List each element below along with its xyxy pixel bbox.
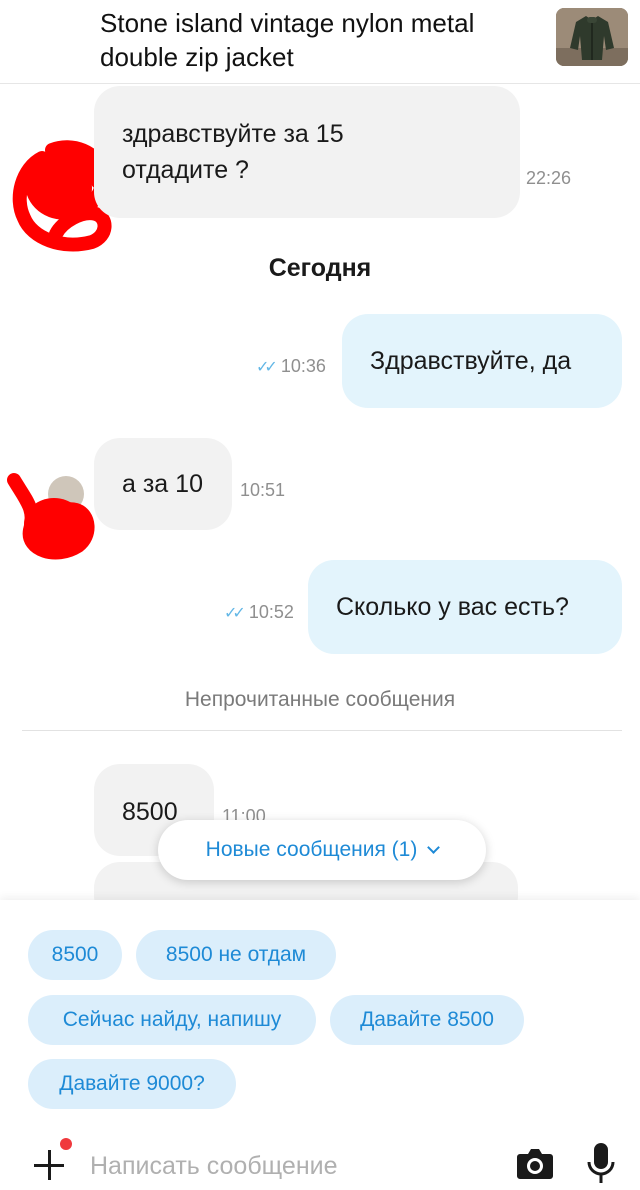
- message-bubble[interactable]: здравствуйте за 15 отдадите ?: [94, 86, 520, 218]
- microphone-icon[interactable]: [586, 1142, 616, 1184]
- message-time: 10:51: [240, 480, 286, 500]
- message-text: здравствуйте за 15 отдадите ?: [122, 120, 344, 184]
- new-messages-button[interactable]: Новые сообщения (1): [158, 820, 486, 880]
- camera-icon[interactable]: [516, 1146, 554, 1180]
- quick-reply-chip[interactable]: Давайте 8500: [330, 995, 524, 1045]
- jacket-photo-icon: [556, 8, 628, 66]
- notification-dot-icon: [60, 1138, 72, 1150]
- quick-reply-chip[interactable]: Давайте 9000?: [28, 1059, 236, 1109]
- message-text: Сколько у вас есть?: [336, 593, 569, 621]
- quick-reply-chip[interactable]: 8500 не отдам: [136, 930, 336, 980]
- message-time: ✓✓ 10:52: [224, 602, 294, 623]
- message-bubble[interactable]: Здравствуйте, да: [342, 314, 622, 408]
- double-check-icon: ✓✓: [224, 604, 246, 622]
- message-bubble[interactable]: а за 10: [94, 438, 232, 530]
- message-time: 22:26: [526, 168, 572, 188]
- quick-reply-chip[interactable]: 8500: [28, 930, 122, 980]
- chevron-down-icon: [427, 841, 441, 854]
- quick-reply-chip[interactable]: Сейчас найду, напишу: [28, 995, 316, 1045]
- message-time-text: 10:52: [248, 602, 294, 622]
- new-messages-label: Новые сообщения (1): [205, 838, 418, 861]
- day-separator: Сегодня: [268, 254, 372, 282]
- unread-separator: Непрочитанные сообщения: [184, 688, 456, 711]
- jacket-thumbnail[interactable]: [556, 8, 628, 66]
- message-bubble[interactable]: Сколько у вас есть?: [308, 560, 622, 654]
- listing-title[interactable]: Stone island vintage nylon metal double …: [100, 6, 520, 74]
- attach-plus-icon[interactable]: [32, 1148, 66, 1182]
- message-text: а за 10: [122, 470, 203, 498]
- redacted-avatar: [7, 473, 95, 560]
- message-text: Здравствуйте, да: [370, 347, 572, 375]
- unread-divider: [22, 730, 622, 731]
- message-text: 8500: [122, 798, 178, 826]
- chat-header: Stone island vintage nylon metal double …: [0, 0, 640, 84]
- message-time-text: 10:36: [280, 356, 326, 376]
- message-input[interactable]: [90, 1146, 490, 1186]
- double-check-icon: ✓✓: [256, 358, 278, 376]
- message-time: ✓✓ 10:36: [256, 356, 326, 377]
